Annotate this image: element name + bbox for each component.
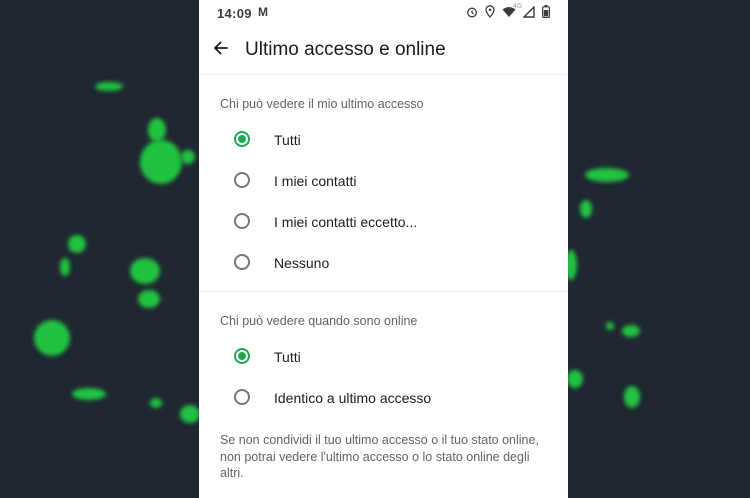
option-label: I miei contatti eccetto...	[274, 214, 418, 230]
radio-button[interactable]	[234, 213, 250, 229]
background-blob	[72, 388, 106, 400]
background-blob	[34, 320, 70, 356]
radio-option-last-seen-everyone[interactable]: Tutti	[199, 122, 568, 160]
radio-button[interactable]	[234, 254, 250, 270]
radio-option-online-everyone[interactable]: Tutti	[199, 339, 568, 377]
arrow-left-icon[interactable]	[211, 38, 231, 58]
background-blob	[140, 140, 182, 184]
section-heading-last-seen: Chi può vedere il mio ultimo accesso	[220, 97, 424, 111]
signal-icon	[522, 4, 535, 22]
option-label: Tutti	[274, 132, 301, 148]
background-blob	[150, 398, 162, 408]
battery-icon	[542, 5, 551, 22]
section-divider	[199, 291, 568, 292]
status-time: 14:09	[217, 6, 252, 21]
info-footnote: Se non condividi il tuo ultimo accesso o…	[220, 433, 539, 480]
alarm-icon	[466, 6, 478, 22]
radio-button-checked[interactable]	[234, 348, 250, 364]
background-blob	[130, 258, 160, 284]
background-blob	[580, 200, 592, 218]
option-label: I miei contatti	[274, 173, 357, 189]
radio-button[interactable]	[234, 172, 250, 188]
background-blob	[606, 322, 614, 330]
radio-option-last-seen-contacts-except[interactable]: I miei contatti eccetto...	[199, 204, 568, 242]
status-bar: 14:09 M 4G	[199, 0, 568, 26]
option-label: Tutti	[274, 349, 301, 365]
background-blob	[181, 150, 195, 164]
location-icon	[485, 5, 495, 22]
background-blob	[148, 118, 166, 142]
gmail-notification-icon: M	[258, 5, 268, 19]
page-title: Ultimo accesso e online	[245, 39, 446, 60]
background-blob	[95, 82, 123, 91]
phone-screen: 14:09 M 4G Ultimo accesso e online Chi p…	[199, 0, 568, 498]
radio-option-last-seen-nobody[interactable]: Nessuno	[199, 245, 568, 283]
radio-option-online-same-as-last-seen[interactable]: Identico a ultimo accesso	[199, 380, 568, 418]
background-blob	[68, 235, 86, 253]
background-blob	[567, 370, 583, 388]
status-icons: 4G	[466, 3, 551, 22]
radio-button-checked[interactable]	[234, 131, 250, 147]
wifi-icon: 4G	[502, 3, 522, 22]
option-label: Nessuno	[274, 255, 330, 271]
background-blob	[60, 258, 70, 276]
network-type-label: 4G	[513, 2, 523, 10]
background-blob	[180, 405, 200, 423]
radio-button[interactable]	[234, 389, 250, 405]
background-blob	[622, 325, 640, 337]
background-blob	[624, 386, 640, 408]
radio-option-last-seen-contacts[interactable]: I miei contatti	[199, 163, 568, 201]
app-bar: Ultimo accesso e online	[199, 26, 568, 75]
background-blob	[138, 290, 160, 308]
option-label: Identico a ultimo accesso	[274, 390, 432, 406]
section-heading-online: Chi può vedere quando sono online	[220, 314, 418, 328]
background-blob	[585, 168, 629, 182]
